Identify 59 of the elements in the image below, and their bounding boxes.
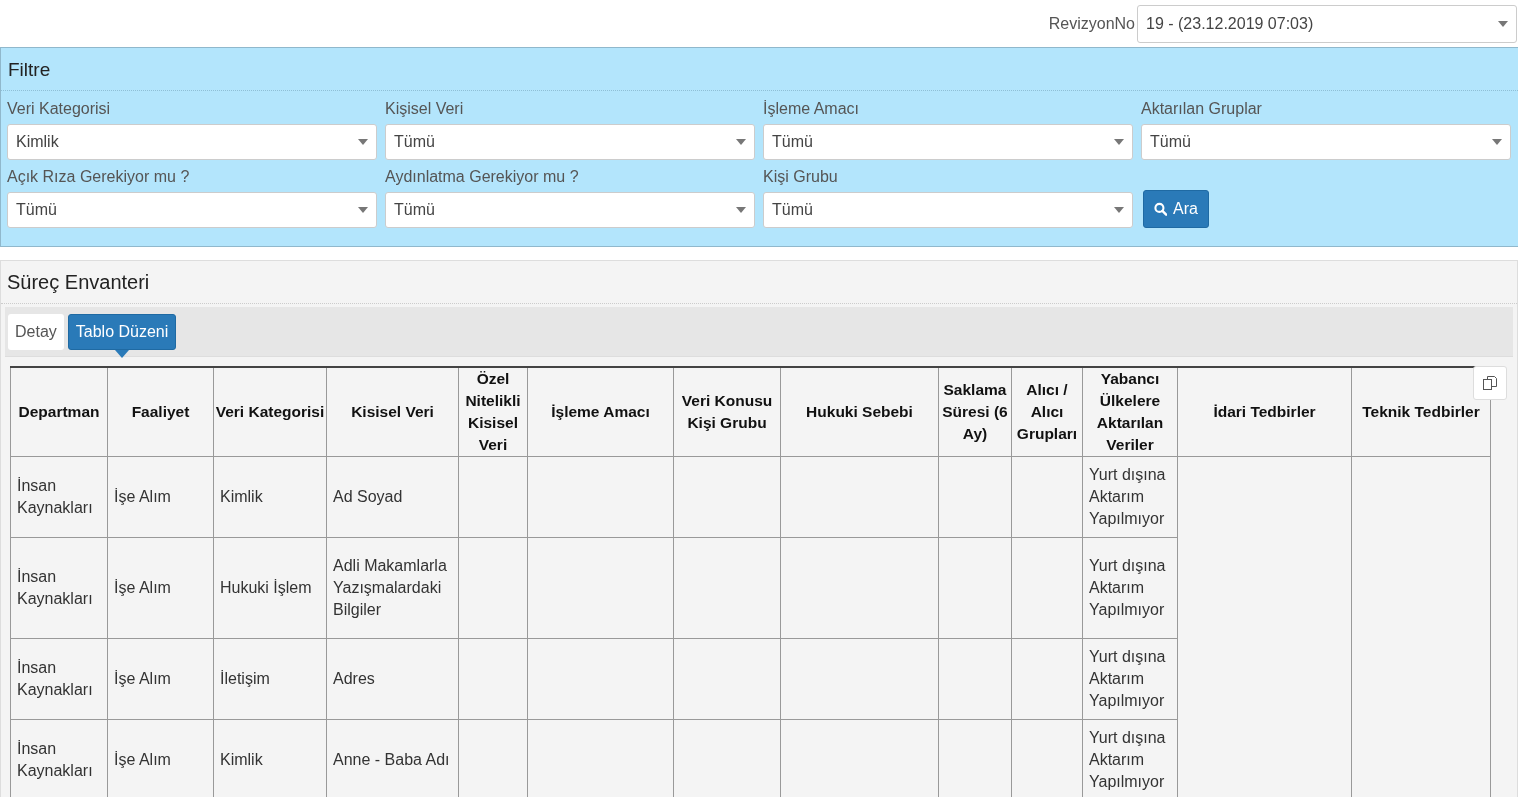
column-header: Hukuki Sebebi <box>780 367 939 457</box>
table-cell: İşe Alım <box>107 456 214 538</box>
column-header: Veri Kategorisi <box>213 367 327 457</box>
caret-icon <box>736 139 746 145</box>
column-header: Alıcı / Alıcı Grupları <box>1011 367 1083 457</box>
table-cell: Yurt dışına Aktarım Yapılmıyor <box>1082 456 1178 538</box>
column-header: Departman <box>10 367 108 457</box>
column-header: Kisisel Veri <box>326 367 459 457</box>
field-label: Aydınlatma Gerekiyor mu ? <box>385 168 580 186</box>
dropdown-field[interactable]: Tümü <box>763 124 1133 160</box>
table-cell: İşe Alım <box>107 537 214 639</box>
caret-icon <box>1114 207 1124 213</box>
column-header: Yabancı Ülkelere Aktarılan Veriler <box>1082 367 1178 457</box>
caret-icon <box>736 207 746 213</box>
field-label: Veri Kategorisi <box>7 100 112 118</box>
table-cell: İnsan Kaynakları <box>10 537 108 639</box>
caret-icon <box>358 207 368 213</box>
dropdown-field[interactable]: Tümü <box>763 192 1133 228</box>
column-header: İdari Tedbirler <box>1177 367 1352 457</box>
revision-label: RevizyonNo <box>1048 14 1135 33</box>
table-cell: İşe Alım <box>107 638 214 720</box>
table-cell: Adres <box>326 638 459 720</box>
dropdown-field[interactable]: Kimlik <box>7 124 377 160</box>
tab[interactable]: Detay <box>8 313 64 350</box>
panel-title: Filtre <box>1 48 1518 91</box>
table-cell: İnsan Kaynakları <box>10 638 108 720</box>
column-header: Saklama Süresi (6 Ay) <box>938 367 1012 457</box>
column-header: Faaliyet <box>107 367 214 457</box>
table-cell: İnsan Kaynakları <box>10 719 108 797</box>
caret-icon <box>358 139 368 145</box>
field-label: Açık Rıza Gerekiyor mu ? <box>7 168 191 186</box>
search-icon <box>1154 202 1168 216</box>
revision-dropdown[interactable]: 19 - (23.12.2019 07:03) <box>1137 4 1517 43</box>
field-label: Kişi Grubu <box>763 168 839 186</box>
active-tab-pointer-icon <box>115 349 130 358</box>
table-cell: İnsan Kaynakları <box>10 456 108 538</box>
panel-title: Süreç Envanteri <box>1 261 1517 304</box>
column-header: Özel Nitelikli Kisisel Veri <box>458 367 528 457</box>
search-button[interactable]: Ara <box>1143 190 1209 228</box>
table-cell: Kimlik <box>213 456 327 538</box>
dropdown-field[interactable]: Tümü <box>385 192 755 228</box>
column-header: İşleme Amacı <box>527 367 674 457</box>
column-header: Veri Konusu Kişi Grubu <box>673 367 781 457</box>
caret-icon <box>1114 139 1124 145</box>
copy-button[interactable] <box>1473 366 1507 400</box>
field-label: Kişisel Veri <box>385 100 465 118</box>
field-label: Aktarılan Gruplar <box>1141 100 1263 118</box>
table-cell: İletişim <box>213 638 327 720</box>
dropdown-field[interactable]: Tümü <box>1141 124 1511 160</box>
tab[interactable]: Tablo Düzeni <box>67 313 177 350</box>
field-label: İşleme Amacı <box>763 100 861 118</box>
dropdown-field[interactable]: Tümü <box>385 124 755 160</box>
table-cell: Ad Soyad <box>326 456 459 538</box>
copy-icon <box>1482 375 1498 391</box>
dropdown-field[interactable]: Tümü <box>7 192 377 228</box>
table-cell: Adli Makamlarla Yazışmalardaki Bilgiler <box>326 537 459 639</box>
table-cell: Hukuki İşlem <box>213 537 327 639</box>
caret-icon <box>1498 20 1508 27</box>
caret-icon <box>1492 139 1502 145</box>
